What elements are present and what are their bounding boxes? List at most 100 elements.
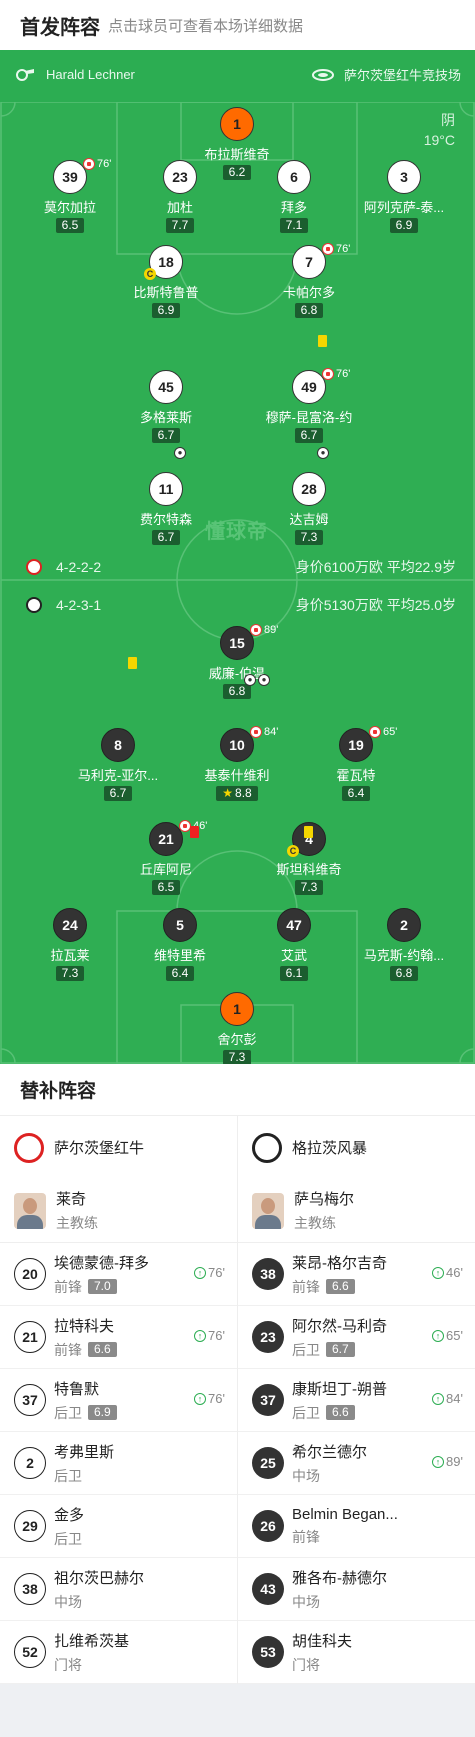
sub-player-position: 前锋: [292, 1278, 320, 1295]
player-card[interactable]: 49 穆萨-昆富洛-约 6.7 76': [249, 368, 369, 444]
player-rating-value: 7.3: [300, 530, 318, 544]
player-card[interactable]: 2 马克斯-约翰... 6.8: [344, 908, 464, 982]
player-rating: ★ 8.8: [216, 786, 258, 801]
page-title: 首发阵容: [20, 16, 100, 39]
sub-player-meta: 门将: [292, 1655, 352, 1675]
sub-player-row[interactable]: 23 阿尔然-马利奇 后卫 6.7 ↑ 65': [238, 1306, 475, 1369]
away-team-name: 格拉茨风暴: [292, 1140, 368, 1157]
weather-temperature: 19°C: [423, 132, 455, 148]
player-card[interactable]: 10 基泰什维利 ★ 8.8 84': [177, 726, 297, 802]
sub-player-number: 43: [252, 1573, 284, 1605]
player-card[interactable]: 7 卡帕尔多 6.8 76': [249, 243, 369, 319]
sub-player-number: 38: [252, 1258, 284, 1290]
player-card[interactable]: 18 比斯特鲁普 6.9: [106, 245, 226, 319]
player-card[interactable]: 21 丘库阿尼 6.5 46': [106, 820, 226, 896]
player-rating-value: 6.4: [171, 966, 189, 980]
weather-info: 阴 19°C: [424, 110, 455, 150]
sub-player-meta: 后卫: [54, 1466, 114, 1486]
player-card[interactable]: 45 多格莱斯 6.7: [106, 370, 226, 444]
player-number: 19: [339, 728, 373, 762]
player-card[interactable]: 11 费尔特森 6.7: [106, 472, 226, 546]
player-name: 霍瓦特: [336, 768, 376, 783]
away-coach-row[interactable]: 萨乌梅尔 主教练: [238, 1179, 475, 1243]
home-formation-row: 4-2-2-2 身价6100万欧 平均22.9岁: [26, 557, 456, 577]
player-card[interactable]: 15 威廉-伯温 6.8 89': [177, 624, 297, 700]
away-coach-role: 主教练: [294, 1215, 336, 1231]
sub-in-time: ↑ 46': [432, 1265, 463, 1280]
sub-in-time: ↑ 89': [432, 1454, 463, 1469]
player-number: 10: [220, 728, 254, 762]
player-name: 维特里希: [153, 948, 206, 963]
player-card[interactable]: 28 达吉姆 7.3: [249, 472, 369, 546]
sub-player-row[interactable]: 20 埃德蒙德-拜多 前锋 7.0 ↑ 76': [0, 1243, 237, 1306]
sub-player-position: 中场: [292, 1593, 320, 1610]
player-card[interactable]: 23 加杜 7.7: [120, 160, 240, 234]
sub-player-name: 胡佳科夫: [292, 1632, 353, 1650]
home-team-row[interactable]: 萨尔茨堡红牛: [0, 1116, 237, 1179]
player-number: 5: [163, 908, 197, 942]
player-name: 拜多: [280, 200, 307, 215]
sub-player-row[interactable]: 38 莱昂-格尔吉奇 前锋 6.6 ↑ 46': [238, 1243, 475, 1306]
sub-player-position: 门将: [292, 1656, 320, 1673]
home-team-name: 萨尔茨堡红牛: [54, 1140, 145, 1157]
player-number: 15: [220, 626, 254, 660]
sub-player-position: 后卫: [54, 1530, 82, 1547]
player-rating: 6.1: [279, 966, 309, 981]
away-coach-avatar: [252, 1192, 284, 1229]
sub-player-row[interactable]: 26 Belmin Began... 前锋: [238, 1495, 475, 1558]
sub-player-row[interactable]: 53 胡佳科夫 门将: [238, 1621, 475, 1684]
player-rating: 6.4: [341, 786, 371, 801]
sub-player-row[interactable]: 25 希尔兰德尔 中场 ↑ 89': [238, 1432, 475, 1495]
player-card[interactable]: 8 马利克-亚尔... 6.7: [58, 728, 178, 802]
sub-player-row[interactable]: 29 金多 后卫: [0, 1495, 237, 1558]
player-rating-value: 6.7: [300, 428, 318, 442]
sub-player-row[interactable]: 37 康斯坦丁-朔普 后卫 6.6 ↑ 84': [238, 1369, 475, 1432]
sub-player-rating: 6.7: [326, 1342, 355, 1357]
sub-player-row[interactable]: 37 特鲁默 后卫 6.9 ↑ 76': [0, 1369, 237, 1432]
sub-player-row[interactable]: 52 扎维希茨基 门将: [0, 1621, 237, 1684]
away-subs-column: 格拉茨风暴 萨乌梅尔 主教练 38 莱昂-格尔吉奇 前锋 6.6 ↑ 46' 23 阿尔然-马…: [237, 1116, 475, 1684]
player-card[interactable]: 1 舍尔彭 7.3: [177, 992, 297, 1064]
player-number: 6: [277, 160, 311, 194]
sub-player-row[interactable]: 38 祖尔茨巴赫尔 中场: [0, 1558, 237, 1621]
player-number: 1: [220, 107, 254, 141]
sub-in-arrow-icon: ↑: [194, 1392, 207, 1405]
sub-player-number: 29: [14, 1510, 46, 1542]
player-card[interactable]: 47 艾武 6.1: [234, 908, 354, 982]
player-rating: 7.3: [294, 880, 324, 895]
goal-ball-icon: ●: [174, 447, 186, 459]
player-card[interactable]: 19 霍瓦特 6.4 65': [296, 726, 416, 802]
weather-condition: 阴: [441, 112, 455, 128]
away-team-logo-icon: [26, 597, 42, 613]
player-rating: 7.7: [165, 218, 195, 233]
sub-player-position: 中场: [54, 1593, 82, 1610]
player-rating: 6.7: [103, 786, 133, 801]
player-rating: 6.9: [389, 218, 419, 233]
player-name: 斯坦科维奇: [276, 862, 342, 877]
sub-player-rating: 6.6: [88, 1342, 117, 1357]
sub-player-position: 后卫: [54, 1404, 82, 1421]
sub-player-row[interactable]: 2 考弗里斯 后卫: [0, 1432, 237, 1495]
sub-out-icon: [250, 624, 262, 636]
player-card[interactable]: 6 拜多 7.1: [234, 160, 354, 234]
sub-player-position: 后卫: [54, 1467, 82, 1484]
sub-out-time: 65': [383, 726, 398, 738]
sub-in-time-value: 65': [446, 1328, 463, 1343]
player-card[interactable]: 24 拉瓦莱 7.3: [10, 908, 130, 982]
sub-player-row[interactable]: 43 雅各布-赫德尔 中场: [238, 1558, 475, 1621]
sub-in-time: ↑ 65': [432, 1328, 463, 1343]
player-card[interactable]: 39 莫尔加拉 6.5 76': [10, 158, 130, 234]
home-value: 身价6100万欧 平均22.9岁: [295, 559, 456, 575]
away-team-row[interactable]: 格拉茨风暴: [238, 1116, 475, 1179]
sub-player-name: 祖尔茨巴赫尔: [54, 1569, 145, 1587]
sub-out-time: 76': [336, 243, 351, 255]
sub-player-name: 康斯坦丁-朔普: [292, 1380, 387, 1398]
home-coach-row[interactable]: 莱奇 主教练: [0, 1179, 237, 1243]
player-number: 28: [292, 472, 326, 506]
player-card[interactable]: 3 阿列克萨-泰... 6.9: [344, 160, 464, 234]
player-card[interactable]: 5 维特里希 6.4: [120, 908, 240, 982]
away-coach-name: 萨乌梅尔: [294, 1191, 355, 1208]
player-number: 45: [149, 370, 183, 404]
sub-player-row[interactable]: 21 拉特科夫 前锋 6.6 ↑ 76': [0, 1306, 237, 1369]
sub-player-number: 26: [252, 1510, 284, 1542]
